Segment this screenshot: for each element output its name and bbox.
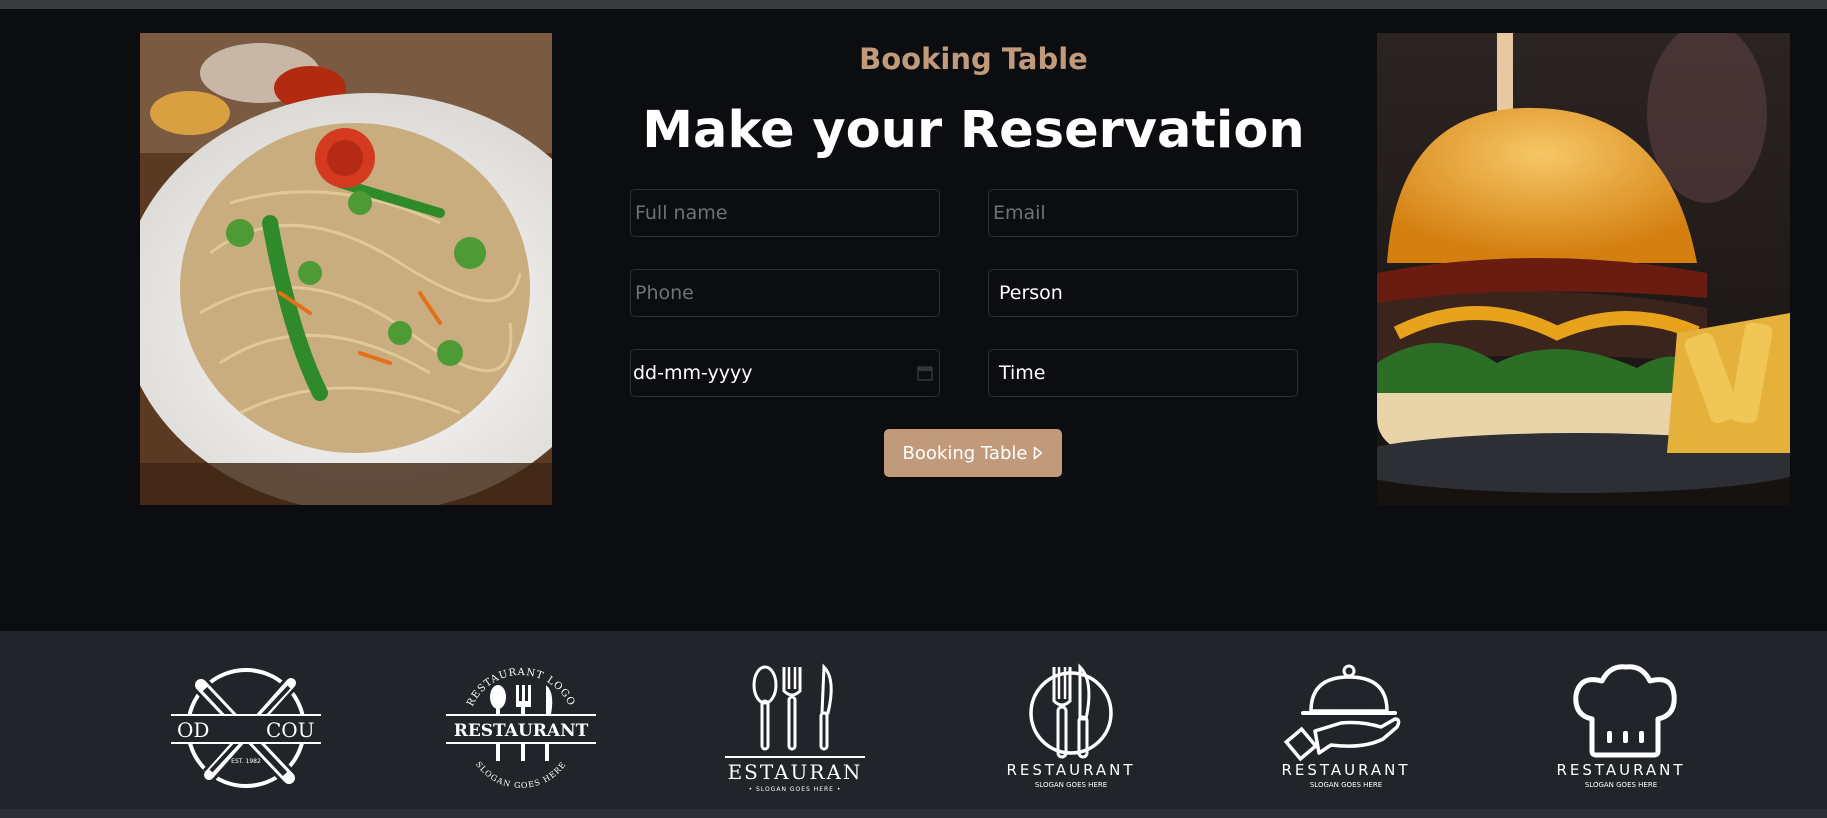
email-input[interactable]: [988, 189, 1298, 237]
booking-table-button-label: Booking Table: [902, 442, 1028, 464]
logo-5-main-text: RESTAURANT: [1281, 761, 1410, 779]
page-title: Make your Reservation: [642, 101, 1305, 160]
date-input[interactable]: dd-mm-yyyy: [630, 349, 940, 397]
crossed-fork-knife-icon: OD COU EST. 1982: [171, 668, 321, 788]
svg-text:SLOGAN GOES HERE: SLOGAN GOES HERE: [474, 760, 568, 790]
spoon-fork-knife-icon: ESTAURAN • SLOGAN GOES HERE •: [725, 663, 865, 793]
logo-2-arc-bottom: SLOGAN GOES HERE: [474, 760, 567, 790]
logo-2-main-text: RESTAURANT: [454, 721, 589, 741]
logo-4-small-text: SLOGAN GOES HERE: [1035, 781, 1107, 789]
person-select-value: Person: [999, 282, 1063, 304]
restaurant-logo-5: RESTAURANT SLOGAN GOES HERE: [1271, 663, 1421, 793]
plate-fork-knife-icon: RESTAURANT SLOGAN GOES HERE: [1006, 663, 1135, 789]
phone-input[interactable]: [630, 269, 940, 317]
logo-1-right-text: COU: [266, 718, 315, 742]
full-name-input[interactable]: [630, 189, 940, 237]
logo-3-small-text: • SLOGAN GOES HERE •: [749, 786, 842, 793]
restaurant-logo-4: RESTAURANT SLOGAN GOES HERE: [996, 663, 1146, 793]
section-eyebrow: Booking Table: [859, 42, 1088, 76]
logo-1-left-text: OD: [177, 718, 209, 742]
bottom-edge: [0, 809, 1827, 818]
cloche-hand-icon: RESTAURANT SLOGAN GOES HERE: [1281, 664, 1410, 789]
burger-photo: [1377, 33, 1790, 505]
restaurant-logo-2: RESTAURANT LOGO SLOGAN GOES HERE RESTAUR…: [446, 663, 596, 793]
play-outline-icon: [1034, 446, 1043, 460]
person-select[interactable]: Person: [988, 269, 1298, 317]
restaurant-logo-3: ESTAURAN • SLOGAN GOES HERE •: [720, 663, 870, 793]
chef-hat-icon: RESTAURANT SLOGAN GOES HERE: [1556, 664, 1685, 789]
restaurant-logo-1: OD COU EST. 1982: [171, 663, 321, 793]
top-bar: [0, 0, 1827, 9]
logo-4-main-text: RESTAURANT: [1006, 761, 1135, 779]
date-input-value: dd-mm-yyyy: [633, 362, 753, 384]
time-select-value: Time: [999, 362, 1046, 384]
logo-3-main-text: ESTAURAN: [728, 760, 863, 784]
restaurant-logo-6: RESTAURANT SLOGAN GOES HERE: [1546, 663, 1696, 793]
noodles-photo: [140, 33, 552, 505]
logo-6-small-text: SLOGAN GOES HERE: [1585, 781, 1657, 789]
logo-6-main-text: RESTAURANT: [1556, 761, 1685, 779]
booking-section: Booking Table Make your Reservation Pers…: [0, 9, 1827, 631]
calendar-icon[interactable]: [917, 365, 933, 381]
time-select[interactable]: Time: [988, 349, 1298, 397]
logo-5-small-text: SLOGAN GOES HERE: [1310, 781, 1382, 789]
spoon-fork-knife-icon: RESTAURANT LOGO SLOGAN GOES HERE RESTAUR…: [446, 667, 596, 790]
logo-1-small-text: EST. 1982: [231, 758, 261, 765]
partner-logos-strip: OD COU EST. 1982 RESTAURANT LOGO SLOGAN …: [0, 631, 1827, 809]
booking-table-button[interactable]: Booking Table: [884, 429, 1062, 477]
